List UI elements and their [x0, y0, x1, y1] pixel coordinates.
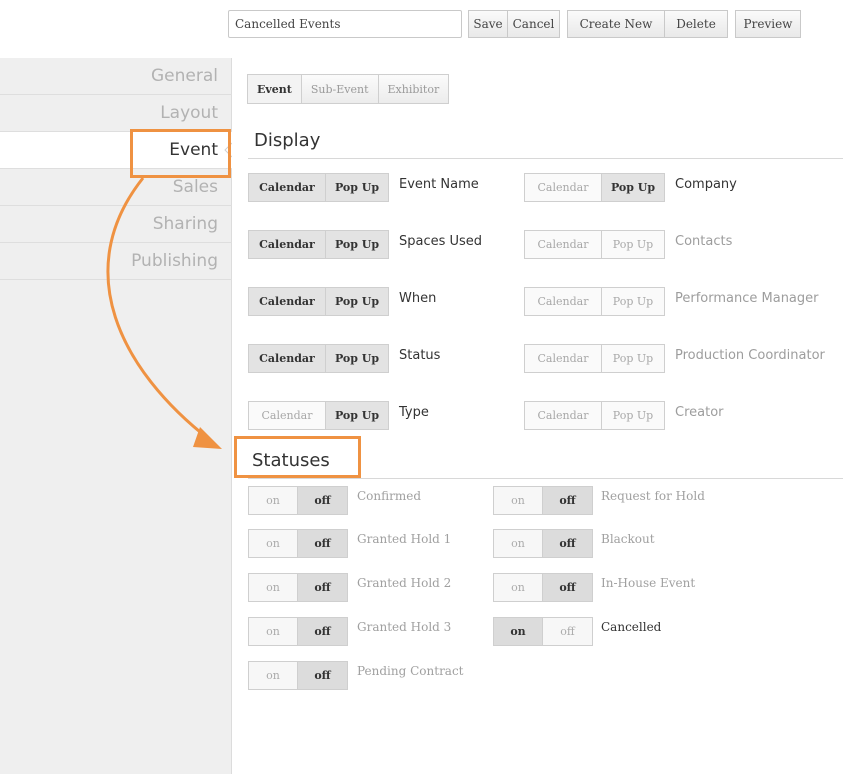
annotation-arrow-icon [106, 177, 222, 449]
